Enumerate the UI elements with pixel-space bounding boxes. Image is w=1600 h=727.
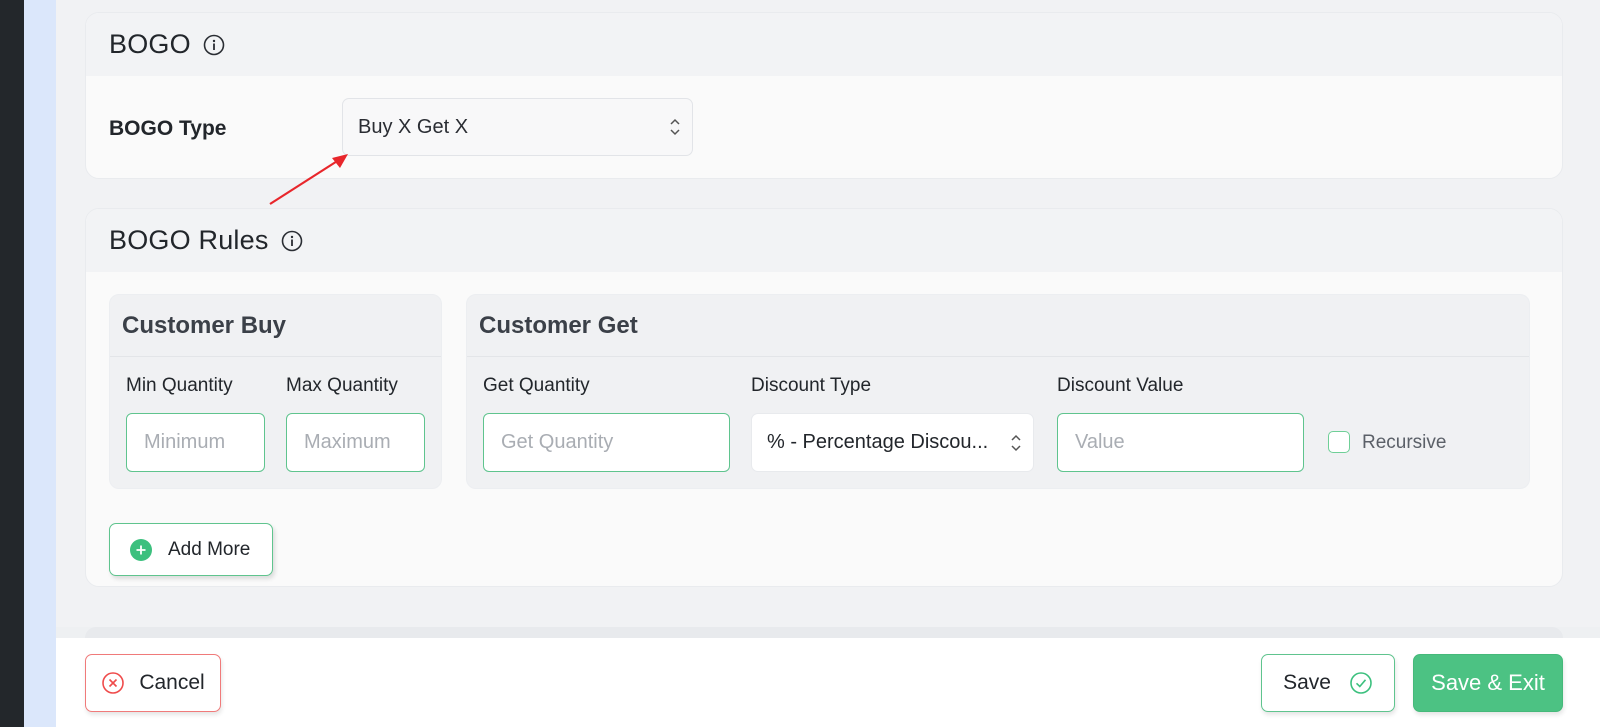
recursive-checkbox[interactable] — [1328, 431, 1350, 453]
bogo-type-select[interactable]: Buy X Get X — [342, 98, 693, 156]
close-circle-icon — [101, 671, 125, 695]
info-icon[interactable] — [203, 34, 225, 56]
customer-buy-card: Customer Buy Min Quantity Max Quantity M… — [109, 294, 442, 489]
save-label: Save — [1283, 671, 1331, 694]
bogo-panel-header: BOGO — [86, 13, 1562, 76]
add-more-label: Add More — [168, 538, 251, 560]
max-quantity-placeholder: Maximum — [304, 431, 391, 453]
customer-get-card: Customer Get Get Quantity Discount Type … — [466, 294, 1530, 489]
annotation-arrow — [269, 154, 348, 205]
updown-caret-icon — [668, 116, 682, 138]
min-quantity-label: Min Quantity — [126, 375, 233, 396]
discount-type-select[interactable]: % - Percentage Discou... — [751, 413, 1034, 472]
discount-value-placeholder: Value — [1075, 431, 1125, 453]
add-more-button[interactable]: Add More — [109, 523, 273, 576]
main-content: BOGO BOGO Type Buy X Get X BOGO Rules Cu… — [56, 0, 1600, 727]
left-blue-strip — [24, 0, 56, 727]
discount-value-input[interactable]: Value — [1057, 413, 1304, 472]
max-quantity-label: Max Quantity — [286, 375, 398, 396]
save-and-exit-button[interactable]: Save & Exit — [1413, 654, 1563, 712]
info-icon[interactable] — [281, 230, 303, 252]
plus-circle-icon — [130, 538, 152, 561]
cancel-label: Cancel — [139, 671, 205, 694]
save-button[interactable]: Save — [1261, 654, 1395, 712]
check-circle-icon — [1349, 671, 1373, 695]
bogo-rules-panel: BOGO Rules Customer Buy Min Quantity Max… — [85, 208, 1563, 587]
discount-type-label: Discount Type — [751, 375, 872, 396]
min-quantity-input[interactable]: Minimum — [126, 413, 265, 472]
bogo-panel-title: BOGO — [109, 29, 191, 59]
bogo-type-value: Buy X Get X — [358, 115, 469, 138]
recursive-label: Recursive — [1362, 432, 1447, 453]
bogo-rules-title: BOGO Rules — [109, 225, 269, 255]
get-quantity-input[interactable]: Get Quantity — [483, 413, 730, 472]
bogo-type-label: BOGO Type — [109, 117, 227, 140]
discount-value-label: Discount Value — [1057, 375, 1184, 396]
min-quantity-placeholder: Minimum — [144, 431, 226, 453]
updown-caret-icon — [1009, 432, 1023, 454]
get-quantity-label: Get Quantity — [483, 375, 590, 396]
customer-get-title: Customer Get — [467, 295, 1529, 357]
save-and-exit-label: Save & Exit — [1431, 670, 1545, 695]
get-quantity-placeholder: Get Quantity — [501, 431, 614, 453]
cancel-button[interactable]: Cancel — [85, 654, 221, 712]
left-dark-strip — [0, 0, 24, 727]
discount-type-value: % - Percentage Discou... — [767, 431, 989, 453]
max-quantity-input[interactable]: Maximum — [286, 413, 425, 472]
next-panel-edge — [85, 627, 1563, 638]
bogo-rules-header: BOGO Rules — [86, 209, 1562, 272]
customer-buy-title: Customer Buy — [110, 295, 441, 357]
